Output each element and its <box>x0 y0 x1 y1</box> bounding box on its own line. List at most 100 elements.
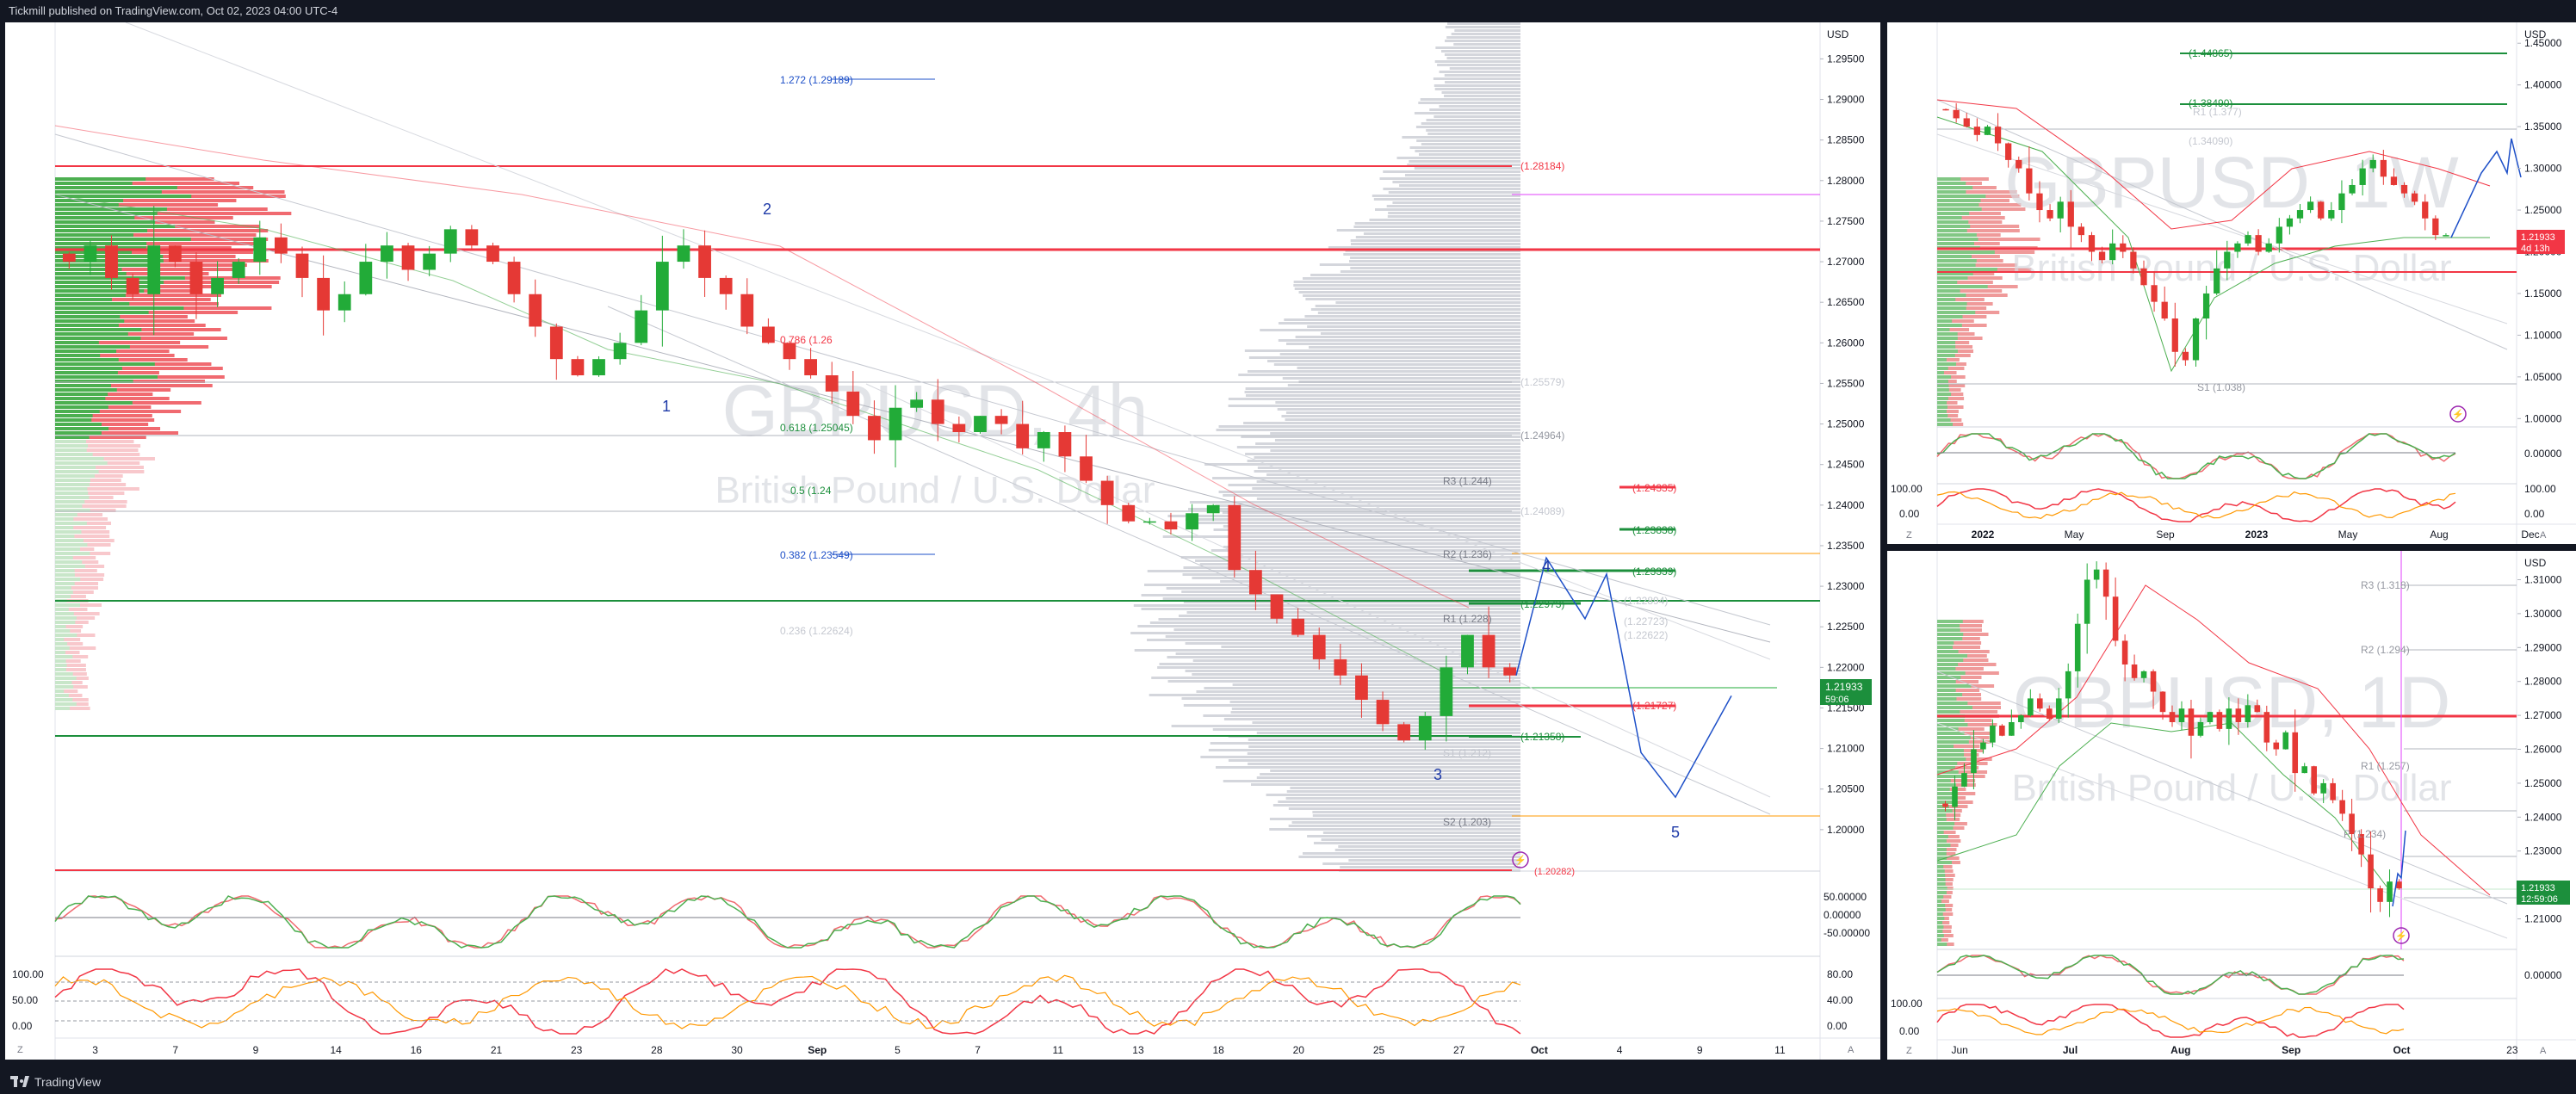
main-price-tick: 1.23500 <box>1827 540 1865 552</box>
left-profile-bar <box>55 629 71 633</box>
volume-profile-bar <box>1349 260 1520 263</box>
left-profile-bar <box>55 655 73 658</box>
daily-chart-svg[interactable]: GBPUSD, 1D British Pound / U.S. Dollar R… <box>1887 551 2576 1060</box>
weekly-profile-bar <box>1937 233 1977 237</box>
volume-profile-bar <box>1277 408 1520 411</box>
left-profile-bar <box>55 612 74 615</box>
zoom-z-button[interactable]: Z <box>17 1045 23 1055</box>
left-profile-bar <box>55 474 95 478</box>
weekly-profile-bar <box>1937 242 1974 245</box>
weekly-date-tick: May <box>2338 528 2358 541</box>
daily-auto-button[interactable]: A <box>2540 1046 2547 1056</box>
volume-profile-bar <box>1294 287 1520 290</box>
weekly-profile-bar <box>1937 337 1958 340</box>
volume-profile-bar <box>1244 349 1520 352</box>
weekly-chart-svg[interactable]: GBPUSD, 1W British Pound / U.S. Dollar (… <box>1887 22 2576 544</box>
volume-profile-bar <box>1415 126 1520 128</box>
volume-profile-bar <box>1247 370 1520 373</box>
left-profile-bar <box>55 371 118 374</box>
daily-zoom-button[interactable]: Z <box>1906 1046 1912 1056</box>
main-date-tick: Oct <box>1531 1044 1548 1056</box>
daily-profile-bar <box>1937 874 1946 877</box>
volume-profile-bar <box>1256 498 1520 500</box>
weekly-candle <box>2349 184 2356 194</box>
weekly-candle <box>1942 108 1949 111</box>
weekly-candle <box>2255 235 2262 252</box>
weekly-candle <box>2088 235 2096 252</box>
weekly-auto-button[interactable]: A <box>2540 530 2547 541</box>
daily-profile-bar <box>1937 818 1947 821</box>
volume-profile-bar <box>1414 112 1520 114</box>
daily-profile-bar <box>1937 633 1964 636</box>
daily-profile-bar <box>1937 783 1957 787</box>
daily-candle <box>2226 708 2232 729</box>
left-profile-bar <box>55 522 87 525</box>
volume-profile-bar <box>1185 670 1520 672</box>
weekly-countdown: 4d 13h <box>2521 244 2550 254</box>
left-profile-bar <box>55 543 88 547</box>
left-profile-bar <box>55 530 82 534</box>
daily-date-tick: Aug <box>2170 1044 2190 1056</box>
daily-profile-bar <box>1937 637 1963 640</box>
daily-candle <box>2112 596 2119 641</box>
right-volume-profile <box>1130 22 1520 872</box>
daily-chart-panel[interactable]: GBPUSD, 1D British Pound / U.S. Dollar R… <box>1887 551 2576 1060</box>
volume-profile-bar <box>1307 325 1520 328</box>
volume-profile-bar <box>1434 115 1520 118</box>
volume-profile-bar <box>1350 257 1520 259</box>
volume-profile-bar <box>1383 188 1520 190</box>
volume-profile-bar <box>1386 205 1520 207</box>
left-profile-bar <box>55 367 122 370</box>
left-profile-bar <box>55 315 121 318</box>
daily-countdown: 12:59:06 <box>2521 894 2558 905</box>
volume-profile-bar <box>1373 198 1520 201</box>
volume-profile-bar <box>1232 683 1520 686</box>
main-date-tick: 5 <box>895 1044 901 1056</box>
volume-profile-bar <box>1304 315 1520 318</box>
time-axis-ticks: 3 7 9 14 16 21 23 28 30 Sep 5 7 11 13 18 20 25 27 Oct 4 9 11 <box>92 1044 1786 1056</box>
volume-profile-bar <box>1354 222 1520 225</box>
svg-text:⚡: ⚡ <box>2395 930 2407 942</box>
volume-profile-bar <box>1216 429 1520 431</box>
volume-profile-bar <box>1434 88 1520 90</box>
weekly-chart-panel[interactable]: GBPUSD, 1W British Pound / U.S. Dollar (… <box>1887 22 2576 544</box>
volume-profile-bar <box>1446 36 1520 39</box>
weekly-osc1-tick: 0.00000 <box>2524 448 2562 460</box>
volume-profile-bar <box>1350 239 1520 242</box>
weekly-candle <box>2328 210 2335 219</box>
weekly-zoom-button[interactable]: Z <box>1906 530 1912 541</box>
daily-profile-bar <box>1937 822 1955 825</box>
weekly-profile-bar <box>1937 328 1950 331</box>
main-chart-panel[interactable]: GBPUSD, 4h British Pound / U.S. Dollar 1… <box>5 22 1880 1060</box>
daily-profile-bar <box>1937 706 1972 709</box>
weekly-profile-bar <box>1937 186 1973 189</box>
left-profile-bar <box>55 453 93 456</box>
volume-profile-bar <box>1192 673 1520 676</box>
auto-scale-a-button[interactable]: A <box>1848 1045 1855 1055</box>
left-profile-bar <box>55 685 74 689</box>
left-profile-bar <box>55 491 89 495</box>
volume-profile-bar <box>1418 102 1520 104</box>
main-candle <box>147 245 161 294</box>
volume-profile-bar <box>1414 167 1520 170</box>
osc2-left-tick: 50.00 <box>12 994 38 1006</box>
daily-profile-bar <box>1937 658 1964 662</box>
volume-profile-bar <box>1298 856 1520 858</box>
last-price-value: 1.21933 <box>1825 681 1863 693</box>
main-candle <box>974 416 987 433</box>
daily-candle <box>2339 800 2345 814</box>
daily-price-tick: 1.23000 <box>2524 845 2562 857</box>
tradingview-brand[interactable]: TradingView <box>10 1075 101 1089</box>
main-chart-svg[interactable]: GBPUSD, 4h British Pound / U.S. Dollar 1… <box>5 22 1880 1060</box>
left-profile-bar <box>55 298 113 301</box>
weekly-candle <box>2400 184 2408 194</box>
volume-profile-bar <box>1204 463 1520 466</box>
left-profile-bar <box>55 483 90 486</box>
volume-profile-bar <box>1223 780 1520 782</box>
daily-profile-bar <box>1937 680 1956 683</box>
daily-profile-bar <box>1937 650 1959 653</box>
volume-profile-bar <box>1320 332 1520 335</box>
main-price-tick: 1.26500 <box>1827 296 1865 308</box>
main-price-tick: 1.27000 <box>1827 256 1865 268</box>
weekly-candle <box>1963 118 1970 127</box>
